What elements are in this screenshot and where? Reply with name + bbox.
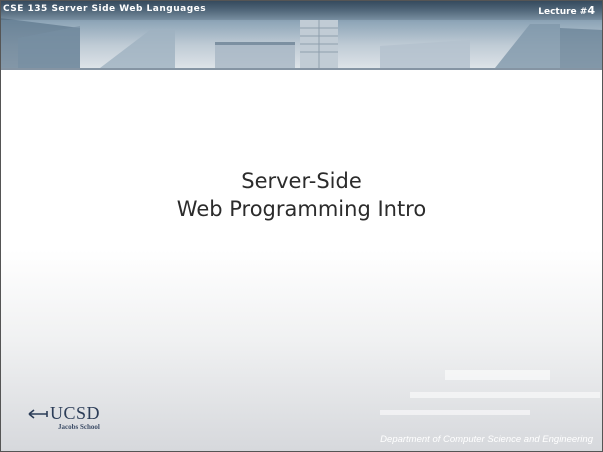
- slide-title-line-2: Web Programming Intro: [176, 197, 427, 221]
- lecture-label-text: Lecture #: [538, 7, 588, 17]
- slide-title-line-1: Server-Side: [241, 169, 362, 193]
- header-banner: CSE 135 Server Side Web Languages Lectur…: [0, 0, 603, 68]
- slide: CSE 135 Server Side Web Languages Lectur…: [0, 0, 603, 452]
- background-streak: [410, 392, 600, 398]
- lecture-number: 4: [587, 4, 595, 17]
- background-streak: [445, 370, 550, 380]
- background-streak: [380, 410, 530, 415]
- logo-school-name: Jacobs School: [58, 423, 100, 431]
- banner-divider: [0, 68, 603, 70]
- ucsd-triton-mark-icon: [28, 409, 48, 419]
- ucsd-logo: UCSD Jacobs School: [28, 403, 118, 438]
- department-footer: Department of Computer Science and Engin…: [380, 434, 593, 445]
- lecture-label: Lecture #4: [538, 4, 595, 17]
- course-title: CSE 135 Server Side Web Languages: [3, 4, 207, 14]
- logo-wordmark: UCSD: [50, 403, 101, 423]
- slide-title: Server-Side Web Programming Intro: [0, 167, 603, 223]
